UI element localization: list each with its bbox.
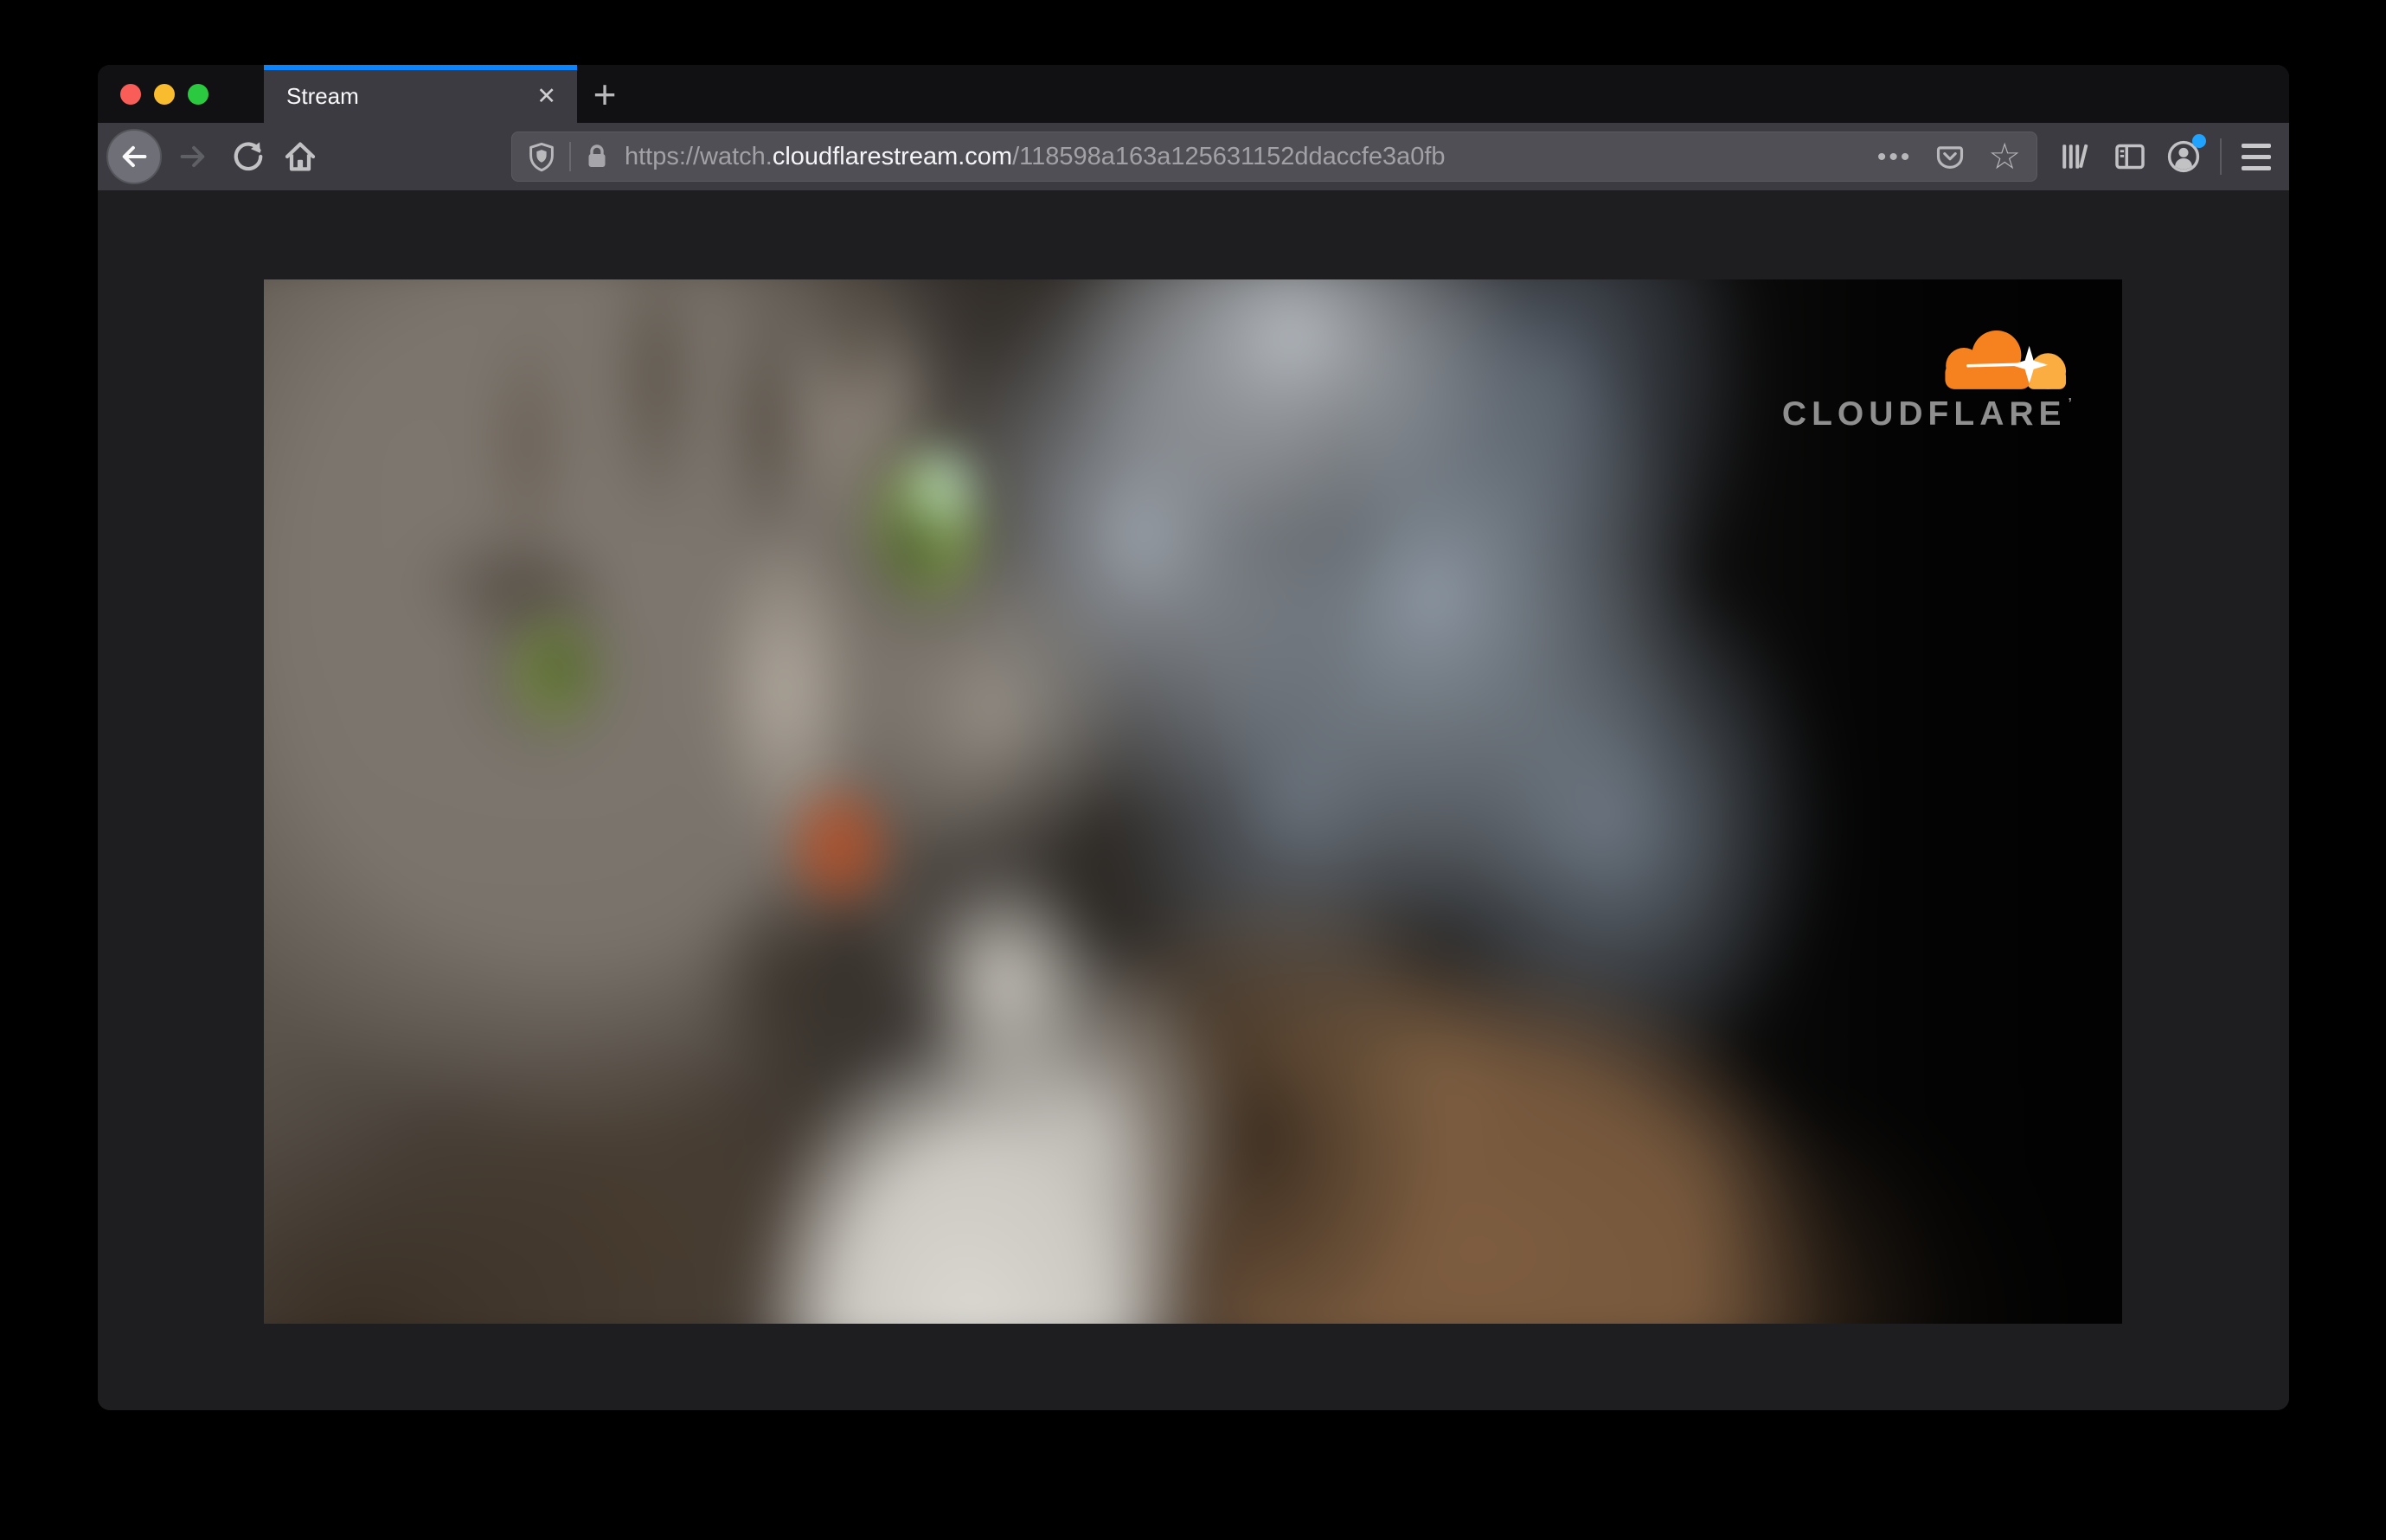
url-bar[interactable]: https://watch.cloudflarestream.com/11859…	[511, 132, 2037, 182]
forward-arrow-icon	[180, 145, 205, 168]
toolbar-divider	[2220, 138, 2222, 175]
home-icon	[285, 142, 316, 171]
video-player[interactable]: CLOUDFLARE’	[264, 279, 2122, 1324]
traffic-lights	[98, 65, 264, 123]
hamburger-menu-icon	[2242, 143, 2271, 170]
account-notification-badge	[2192, 134, 2206, 148]
reload-button[interactable]	[224, 132, 273, 181]
url-scheme: https://watch.	[625, 142, 773, 170]
tracking-protection-shield-icon[interactable]	[526, 141, 557, 172]
pocket-icon[interactable]	[1934, 141, 1966, 172]
bookmark-star-icon[interactable]: ☆	[1988, 138, 2021, 175]
zoom-window-button[interactable]	[188, 83, 208, 105]
sidebar-button[interactable]	[2106, 132, 2154, 181]
cloudflare-cloud-icon	[1945, 330, 2067, 389]
desktop-background: Stream ✕ + https://watch.cloudflarestrea…	[0, 0, 2386, 1540]
library-button[interactable]	[2050, 132, 2099, 181]
url-text: https://watch.cloudflarestream.com/11859…	[625, 143, 1877, 171]
close-tab-icon[interactable]: ✕	[533, 81, 560, 112]
minimize-window-button[interactable]	[154, 83, 175, 105]
account-button[interactable]	[2159, 132, 2208, 181]
url-bar-divider	[569, 142, 571, 171]
page-content: CLOUDFLARE’	[98, 190, 2289, 1410]
back-arrow-icon	[122, 145, 147, 168]
back-button[interactable]	[106, 129, 162, 184]
navigation-toolbar: https://watch.cloudflarestream.com/11859…	[98, 123, 2289, 190]
reload-icon	[234, 142, 263, 171]
page-actions-icon[interactable]: •••	[1877, 144, 1913, 170]
video-frame-blurry-cat	[264, 279, 2122, 1324]
sidebar-icon	[2115, 144, 2145, 170]
lock-icon[interactable]	[583, 142, 611, 171]
tab-bar: Stream ✕ +	[98, 65, 2289, 123]
url-domain: cloudflarestream.com	[772, 142, 1013, 170]
home-button[interactable]	[276, 132, 324, 181]
new-tab-button[interactable]: +	[577, 65, 632, 123]
tab-title: Stream	[286, 83, 359, 109]
forward-button[interactable]	[169, 132, 217, 181]
cloudflare-wordmark: CLOUDFLARE’	[1781, 395, 2072, 433]
cloudflare-logo: CLOUDFLARE’	[1782, 323, 2072, 431]
library-icon	[2062, 144, 2088, 169]
close-window-button[interactable]	[120, 83, 141, 105]
tab-stream[interactable]: Stream ✕	[264, 65, 577, 123]
url-path: /118598a163a125631152ddaccfe3a0fb	[1012, 142, 1446, 170]
trademark-mark: ’	[2068, 396, 2072, 411]
url-bar-actions: ••• ☆	[1877, 138, 2021, 175]
browser-window: Stream ✕ + https://watch.cloudflarestrea…	[98, 65, 2289, 1410]
menu-button[interactable]	[2232, 132, 2280, 181]
